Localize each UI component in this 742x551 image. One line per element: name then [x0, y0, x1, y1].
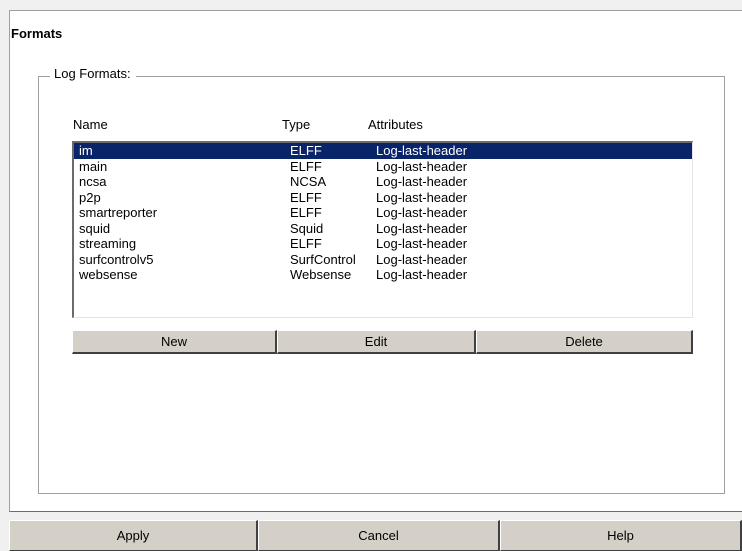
format-type: SurfControl — [290, 251, 356, 267]
edit-button[interactable]: Edit — [277, 330, 476, 354]
format-attributes: Log-last-header — [376, 220, 468, 236]
format-name: smartreporter — [79, 205, 158, 220]
format-name: main — [79, 158, 108, 174]
format-name: im — [79, 143, 93, 158]
list-item[interactable]: squid Squid Log-last-header — [74, 221, 692, 237]
delete-button[interactable]: Delete — [476, 330, 693, 354]
format-type: Squid — [290, 220, 324, 236]
format-name: streaming — [79, 236, 137, 251]
format-attributes: Log-last-header — [376, 189, 468, 205]
log-formats-legend: Log Formats: — [50, 66, 136, 81]
list-item[interactable]: main ELFF Log-last-header — [74, 159, 692, 175]
format-type: ELFF — [290, 189, 322, 205]
format-type: ELFF — [290, 143, 322, 158]
format-attributes: Log-last-header — [376, 267, 468, 282]
format-attributes: Log-last-header — [376, 236, 468, 251]
formats-panel: Formats Log Formats: Name Type Attribute… — [9, 10, 742, 512]
list-item[interactable]: websense Websense Log-last-header — [74, 267, 692, 283]
column-header-attributes: Attributes — [368, 117, 423, 132]
list-item[interactable]: ncsa NCSA Log-last-header — [74, 174, 692, 190]
list-item[interactable]: p2p ELFF Log-last-header — [74, 190, 692, 206]
format-type: ELFF — [290, 205, 322, 220]
cancel-button[interactable]: Cancel — [258, 520, 500, 551]
format-type: ELFF — [290, 236, 322, 251]
apply-button[interactable]: Apply — [9, 520, 258, 551]
format-attributes: Log-last-header — [376, 205, 468, 220]
format-name: surfcontrolv5 — [79, 251, 154, 267]
format-name: p2p — [79, 189, 101, 205]
column-header-type: Type — [282, 117, 311, 132]
new-button[interactable]: New — [72, 330, 277, 354]
column-header-name: Name — [73, 117, 108, 132]
list-item[interactable]: im ELFF Log-last-header — [74, 143, 692, 159]
format-type: ELFF — [290, 158, 322, 174]
format-type: NCSA — [290, 174, 327, 189]
section-title: Formats — [11, 26, 63, 41]
list-item[interactable]: surfcontrolv5 SurfControl Log-last-header — [74, 252, 692, 268]
format-attributes: Log-last-header — [376, 251, 468, 267]
format-attributes: Log-last-header — [376, 174, 468, 189]
log-formats-list[interactable]: im ELFF Log-last-header main ELFF Log-last-he… — [72, 141, 693, 318]
format-type: Websense — [290, 267, 352, 282]
format-attributes: Log-last-header — [376, 158, 468, 174]
format-name: squid — [79, 220, 111, 236]
list-item[interactable]: streaming ELFF Log-last-header — [74, 236, 692, 252]
list-item[interactable]: smartreporter ELFF Log-last-header — [74, 205, 692, 221]
help-button[interactable]: Help — [500, 520, 742, 551]
format-attributes: Log-last-header — [376, 143, 468, 158]
format-name: websense — [79, 267, 138, 282]
format-name: ncsa — [79, 174, 107, 189]
